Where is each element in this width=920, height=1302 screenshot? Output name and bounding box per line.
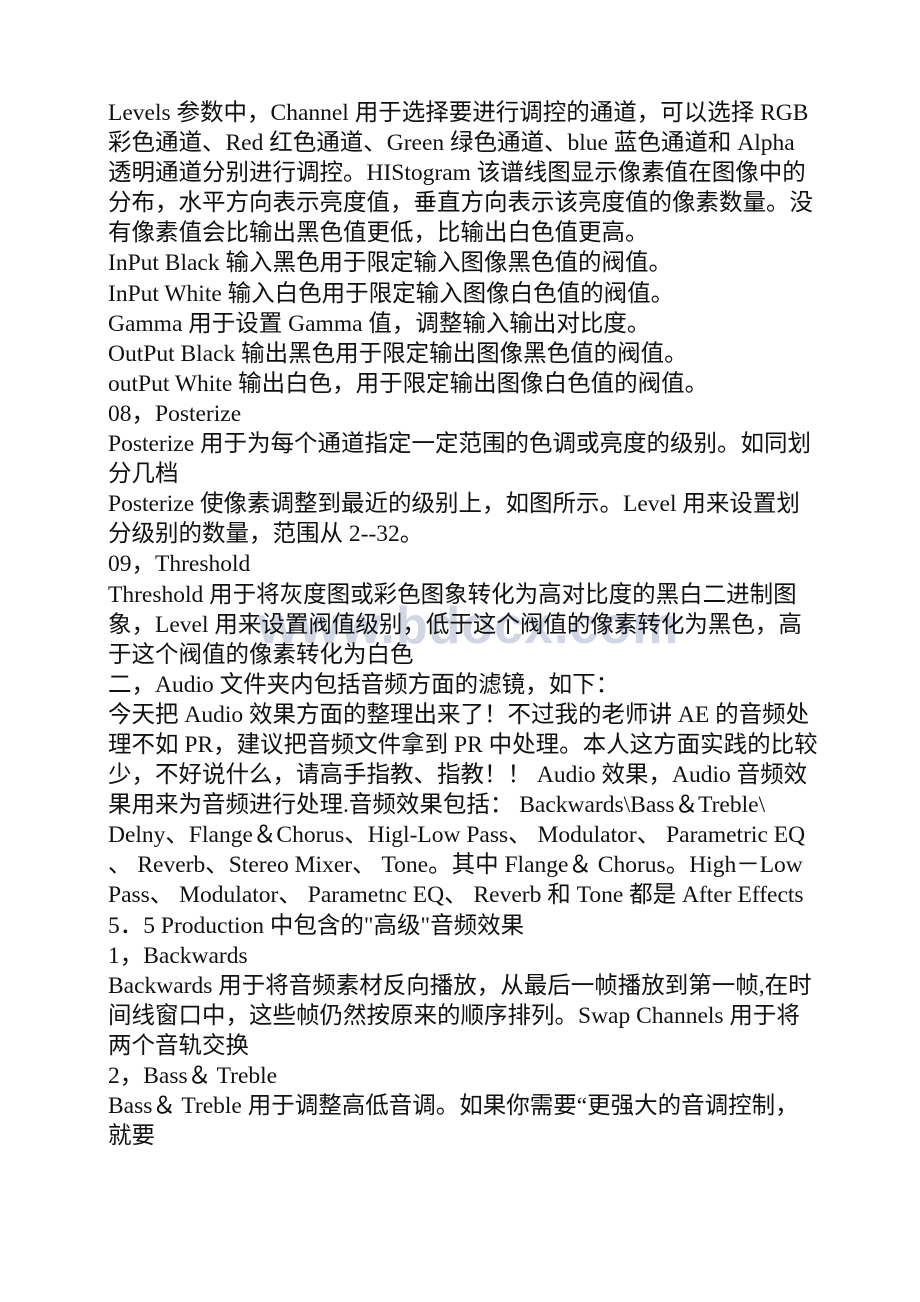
text-line: 今天把 Audio 效果方面的整理出来了！不过我的老师讲 AE 的音频处: [108, 701, 810, 728]
text-line: Levels 参数中，Channel 用于选择要进行调控的通道，可以选择 RGB: [108, 100, 809, 126]
document-page: www.bdocx.com Levels 参数中，Channel 用于选择要进行…: [0, 0, 920, 1302]
text-line: 2，Bass＆ Treble: [108, 1063, 278, 1089]
text-line: 1，Backwards: [108, 942, 248, 969]
text-line: 分级别的数量，范围从 2--32。: [108, 521, 424, 548]
document-text-body: Levels 参数中，Channel 用于选择要进行调控的通道，可以选择 RGB…: [108, 98, 824, 1151]
text-line: OutPut Black 输出黑色用于限定输出图像黑色值的阀值。: [108, 340, 688, 367]
text-line: InPut White 输入白色用于限定输入图像白色值的阀值。: [108, 280, 675, 307]
text-line: Backwards 用于将音频素材反向播放，从最后一帧播放到第一帧,在时: [108, 972, 812, 999]
text-line: 就要: [108, 1123, 155, 1150]
text-line: 08，Posterize: [108, 400, 242, 427]
text-line: 理不如 PR，建议把音频文件拿到 PR 中处理。本人这方面实践的比较: [108, 731, 818, 758]
text-line: Threshold 用于将灰度图或彩色图象转化为高对比度的黑白二进制图: [108, 581, 797, 608]
text-line: 果用来为音频进行处理.音频效果包括： Backwards\Bass＆Treble…: [108, 792, 766, 819]
text-line: 分几档: [108, 461, 179, 488]
text-line: Bass＆ Treble 用于调整高低音调。如果你需要“更强大的音调控制，: [108, 1093, 799, 1120]
text-line: 两个音轨交换: [108, 1032, 249, 1059]
text-line: InPut Black 输入黑色用于限定输入图像黑色值的阀值。: [108, 250, 672, 277]
text-line: 二，Audio 文件夹内包括音频方面的滤镜，如下：: [108, 671, 620, 698]
text-line: 透明通道分别进行调控。HIStogram 该谱线图显示像素值在图像中的: [108, 160, 806, 187]
text-line: 少，不好说什么，请高手指教、指教！！ Audio 效果，Audio 音频效: [108, 762, 808, 789]
text-line: Delny、Flange＆Chorus、Higl-Low Pass、 Modul…: [108, 822, 806, 849]
text-line: 有像素值会比输出黑色值更低，比输出白色值更高。: [108, 220, 649, 247]
text-line: 象，Level 用来设置阀值级别，低于这个阀值的像素转化为黑色，高: [108, 611, 802, 638]
text-line: 于这个阀值的像素转化为白色: [108, 641, 414, 668]
text-line: 5．5 Production 中包含的"高级"音频效果: [108, 912, 525, 939]
text-line: Gamma 用于设置 Gamma 值，调整输入输出对比度。: [108, 310, 651, 337]
text-line: 分布，水平方向表示亮度值，垂直方向表示该亮度值的像素数量。没: [108, 190, 813, 217]
text-line: 彩色通道、Red 红色通道、Green 绿色通道、blue 蓝色通道和 Alph…: [108, 130, 795, 157]
text-line: Posterize 用于为每个通道指定一定范围的色调或亮度的级别。如同划: [108, 431, 812, 458]
text-line: 09，Threshold: [108, 551, 251, 578]
text-line: 间线窗口中，这些帧仍然按原来的顺序排列。Swap Channels 用于将: [108, 1002, 800, 1029]
text-line: 、 Reverb、Stereo Mixer、 Tone。其中 Flange＆ C…: [108, 852, 803, 879]
text-line: Pass、 Modulator、 Parametnc EQ、 Reverb 和 …: [108, 882, 804, 909]
text-line: Posterize 使像素调整到最近的级别上，如图所示。Level 用来设置划: [108, 491, 800, 518]
text-line: outPut White 输出白色，用于限定输出图像白色值的阀值。: [108, 370, 709, 397]
